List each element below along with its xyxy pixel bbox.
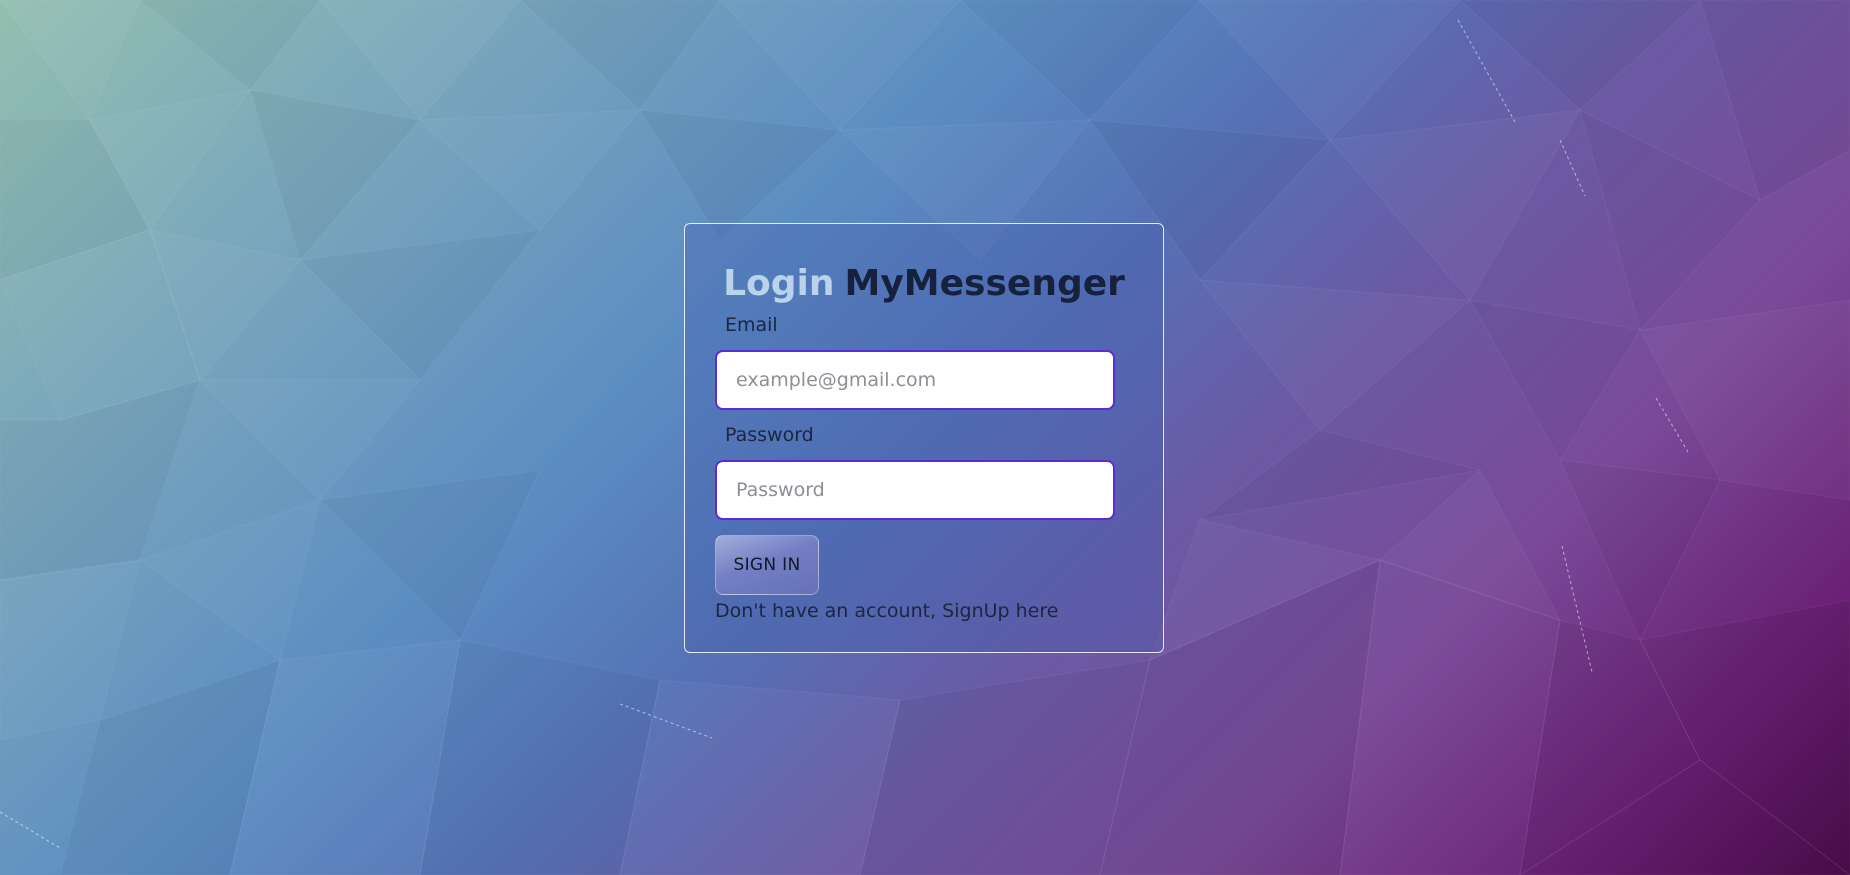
- email-field[interactable]: [715, 350, 1115, 410]
- password-label: Password: [725, 424, 814, 446]
- title-brand: MyMessenger: [844, 263, 1125, 304]
- sign-in-button[interactable]: SIGN IN: [715, 535, 819, 595]
- signup-link[interactable]: Don't have an account, SignUp here: [715, 600, 1058, 622]
- title-prefix: Login: [723, 263, 835, 304]
- login-card: LoginMyMessenger Email Password SIGN IN …: [684, 223, 1164, 653]
- email-label: Email: [725, 314, 778, 336]
- login-title: Login MyMessenger: [685, 260, 1163, 308]
- password-field[interactable]: [715, 460, 1115, 520]
